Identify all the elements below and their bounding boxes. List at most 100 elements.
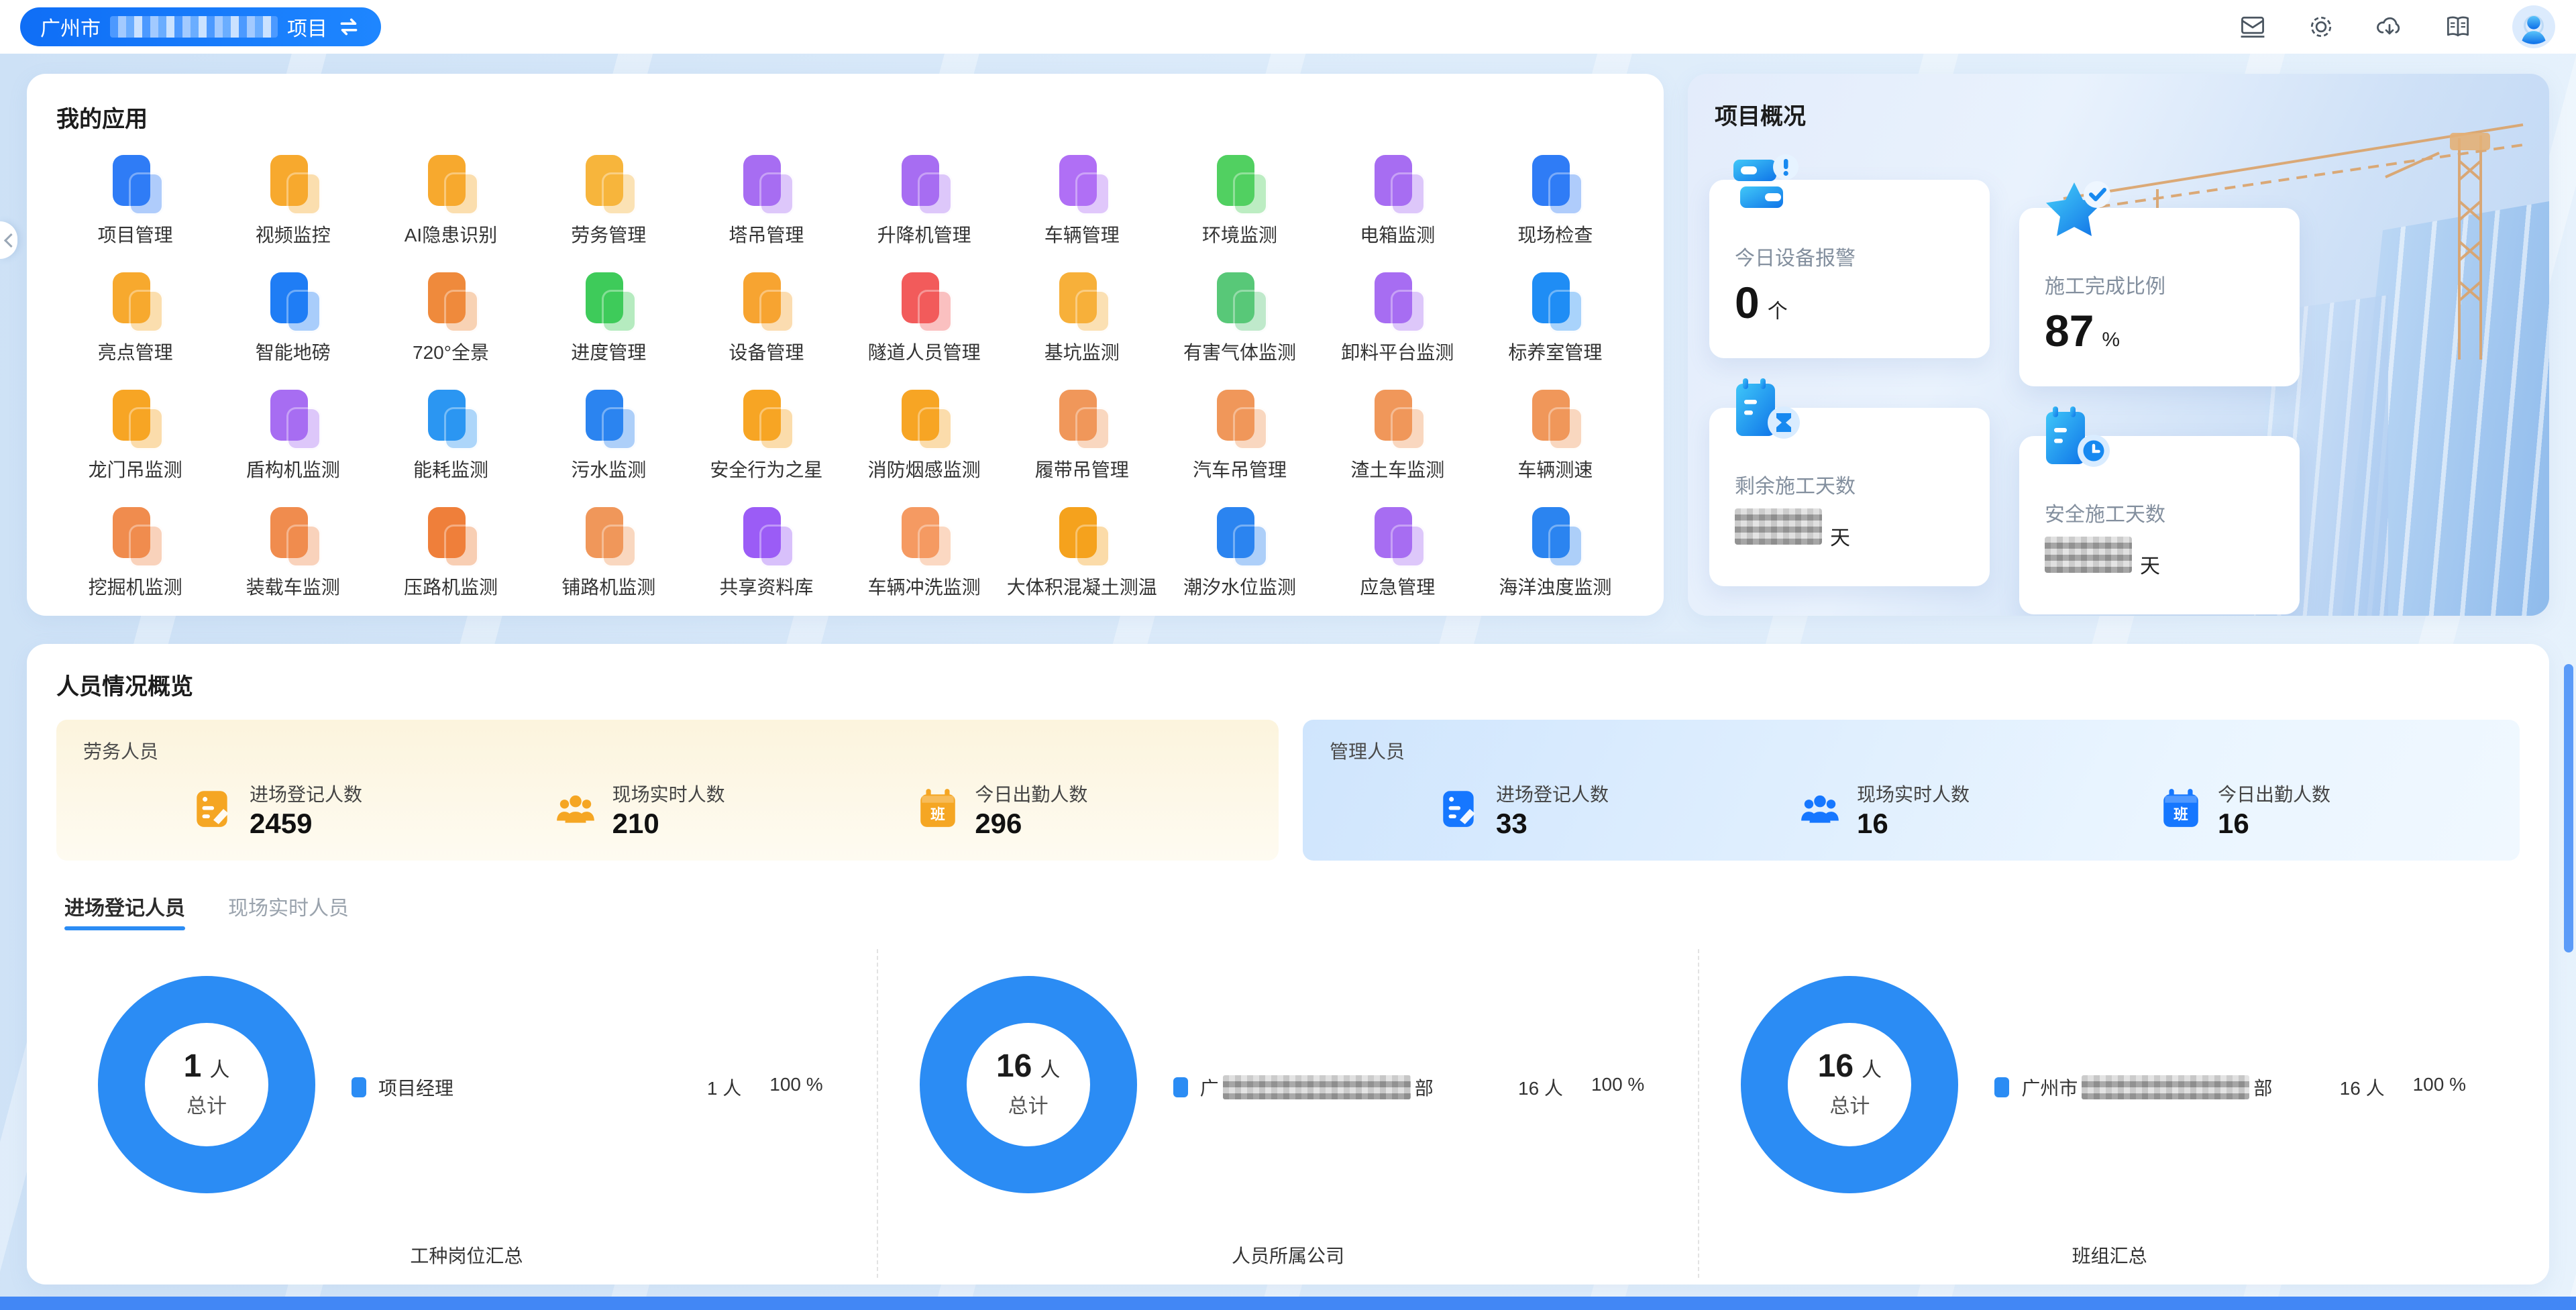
project-switcher-pill[interactable]: 广州市 项目 xyxy=(20,7,381,46)
app-item[interactable]: 挖掘机监测 xyxy=(56,503,214,614)
app-item[interactable]: 履带吊管理 xyxy=(1003,386,1161,496)
horizontal-scrollbar[interactable] xyxy=(0,1297,2576,1310)
svg-text:班: 班 xyxy=(2174,806,2188,822)
app-item[interactable]: 劳务管理 xyxy=(530,151,688,262)
redacted-project-name xyxy=(110,16,278,38)
personnel-tab[interactable]: 现场实时人员 xyxy=(228,891,349,930)
app-item[interactable]: 能耗监测 xyxy=(372,386,529,496)
app-item[interactable]: 隧道人员管理 xyxy=(845,268,1003,379)
app-item[interactable]: 渣土车监测 xyxy=(1319,386,1477,496)
app-item[interactable]: 塔吊管理 xyxy=(688,151,845,262)
safe-days-icon xyxy=(2037,401,2118,483)
vertical-scrollbar-thumb[interactable] xyxy=(2564,664,2573,952)
overview-cards: 今日设备报警 0 个 施工完成比例 87 % 剩余施工天数 天 安全施工天数 天 xyxy=(1709,180,2300,586)
overview-stat-card[interactable]: 剩余施工天数 天 xyxy=(1709,408,1990,586)
app-icon xyxy=(1208,268,1272,333)
personnel-stat: 进场登记人数 33 xyxy=(1437,780,1798,838)
donut-chart-section: 1 人 总计 项目经理 1 人 100 % 工种岗位汇总 xyxy=(56,949,877,1278)
redacted-legend-label xyxy=(2082,1075,2249,1099)
app-item[interactable]: 铺路机监测 xyxy=(530,503,688,614)
app-item[interactable]: 设备管理 xyxy=(688,268,845,379)
stat-value: 2459 xyxy=(250,810,362,838)
overview-stat-card[interactable]: 施工完成比例 87 % xyxy=(2019,208,2300,386)
overview-stat-value: 87 xyxy=(2045,309,2094,353)
app-item[interactable]: 亮点管理 xyxy=(56,268,214,379)
app-icon xyxy=(734,503,798,567)
management-band: 管理人员 进场登记人数 33 现场实时人数 16 班 今日出勤人数 16 xyxy=(1303,720,2520,861)
app-item[interactable]: 大体积混凝土测温 xyxy=(1003,503,1161,614)
donut-unit: 人 xyxy=(1862,1053,1882,1083)
app-label: 安全行为之星 xyxy=(710,455,822,482)
overview-stat-card[interactable]: 安全施工天数 天 xyxy=(2019,436,2300,614)
app-item[interactable]: 装载车监测 xyxy=(214,503,372,614)
app-item[interactable]: 应急管理 xyxy=(1319,503,1477,614)
cloud-download-icon[interactable] xyxy=(2375,12,2404,42)
legend-item: 广 部 16 人 100 % xyxy=(1173,1074,1645,1101)
app-item[interactable]: 污水监测 xyxy=(530,386,688,496)
dashboard-page: 我的应用 项目管理 视频监控 AI隐患识别 劳务管理 塔吊管理 升降机管理 车辆… xyxy=(0,54,2576,1310)
stat-label: 现场实时人数 xyxy=(1857,780,1970,807)
app-item[interactable]: 项目管理 xyxy=(56,151,214,262)
app-label: 大体积混凝土测温 xyxy=(1007,573,1157,600)
legend-percent: 100 % xyxy=(1591,1074,1644,1101)
top-bar: 广州市 项目 xyxy=(0,0,2576,54)
remaining-days-icon xyxy=(1727,373,1809,455)
app-item[interactable]: 卸料平台监测 xyxy=(1319,268,1477,379)
donut-chart: 16 人 总计 xyxy=(920,976,1137,1193)
app-item[interactable]: 压路机监测 xyxy=(372,503,529,614)
settings-gear-icon[interactable] xyxy=(2306,12,2336,42)
app-label: 电箱监测 xyxy=(1360,221,1435,248)
app-item[interactable]: AI隐患识别 xyxy=(372,151,529,262)
app-item[interactable]: 智能地磅 xyxy=(214,268,372,379)
app-item[interactable]: 共享资料库 xyxy=(688,503,845,614)
overview-stat-card[interactable]: 今日设备报警 0 个 xyxy=(1709,180,1990,358)
app-item[interactable]: 电箱监测 xyxy=(1319,151,1477,262)
chart-caption: 工种岗位汇总 xyxy=(56,1242,877,1268)
app-item[interactable]: 消防烟感监测 xyxy=(845,386,1003,496)
overview-stat-unit: 个 xyxy=(1768,294,1788,324)
sidebar-collapse-handle[interactable] xyxy=(0,221,17,259)
app-item[interactable]: 基坑监测 xyxy=(1003,268,1161,379)
stat-value: 16 xyxy=(1857,810,1970,838)
app-item[interactable]: 车辆测速 xyxy=(1477,386,1634,496)
app-item[interactable]: 海洋浊度监测 xyxy=(1477,503,1634,614)
app-label: 渣土车监测 xyxy=(1350,455,1444,482)
app-label: 设备管理 xyxy=(729,338,804,365)
app-icon xyxy=(892,268,957,333)
donut-total-label: 总计 xyxy=(1008,1089,1049,1119)
overview-stat-unit: 天 xyxy=(1830,521,1850,551)
app-item[interactable]: 进度管理 xyxy=(530,268,688,379)
app-icon xyxy=(1365,151,1430,215)
app-item[interactable]: 潮汐水位监测 xyxy=(1161,503,1318,614)
message-icon[interactable] xyxy=(2238,12,2267,42)
app-item[interactable]: 安全行为之星 xyxy=(688,386,845,496)
manual-book-icon[interactable] xyxy=(2443,12,2473,42)
app-item[interactable]: 环境监测 xyxy=(1161,151,1318,262)
app-item[interactable]: 视频监控 xyxy=(214,151,372,262)
stat-value: 210 xyxy=(612,810,725,838)
apps-grid: 项目管理 视频监控 AI隐患识别 劳务管理 塔吊管理 升降机管理 车辆管理 环境… xyxy=(56,151,1634,616)
app-item[interactable]: 盾构机监测 xyxy=(214,386,372,496)
project-name-suffix: 项目 xyxy=(287,12,327,42)
app-item[interactable]: 标养室管理 xyxy=(1477,268,1634,379)
register-icon xyxy=(1437,787,1481,831)
app-item[interactable]: 汽车吊管理 xyxy=(1161,386,1318,496)
app-item[interactable]: 有害气体监测 xyxy=(1161,268,1318,379)
app-item[interactable]: 现场检查 xyxy=(1477,151,1634,262)
app-label: 压路机监测 xyxy=(404,573,498,600)
app-label: 升降机管理 xyxy=(877,221,971,248)
app-label: 卸料平台监测 xyxy=(1341,338,1454,365)
band-name: 管理人员 xyxy=(1330,737,2520,764)
app-item[interactable]: 车辆管理 xyxy=(1003,151,1161,262)
app-item[interactable]: 车辆冲洗监测 xyxy=(845,503,1003,614)
app-item[interactable]: 升降机管理 xyxy=(845,151,1003,262)
stat-label: 今日出勤人数 xyxy=(975,780,1087,807)
app-icon xyxy=(1208,503,1272,567)
avatar-icon[interactable] xyxy=(2512,5,2556,49)
app-item[interactable]: 龙门吊监测 xyxy=(56,386,214,496)
app-icon xyxy=(1050,268,1114,333)
personnel-tab[interactable]: 进场登记人员 xyxy=(64,891,185,930)
app-label: 装载车监测 xyxy=(246,573,340,600)
overview-stat-unit: % xyxy=(2102,329,2120,351)
app-item[interactable]: 720°全景 xyxy=(372,268,529,379)
